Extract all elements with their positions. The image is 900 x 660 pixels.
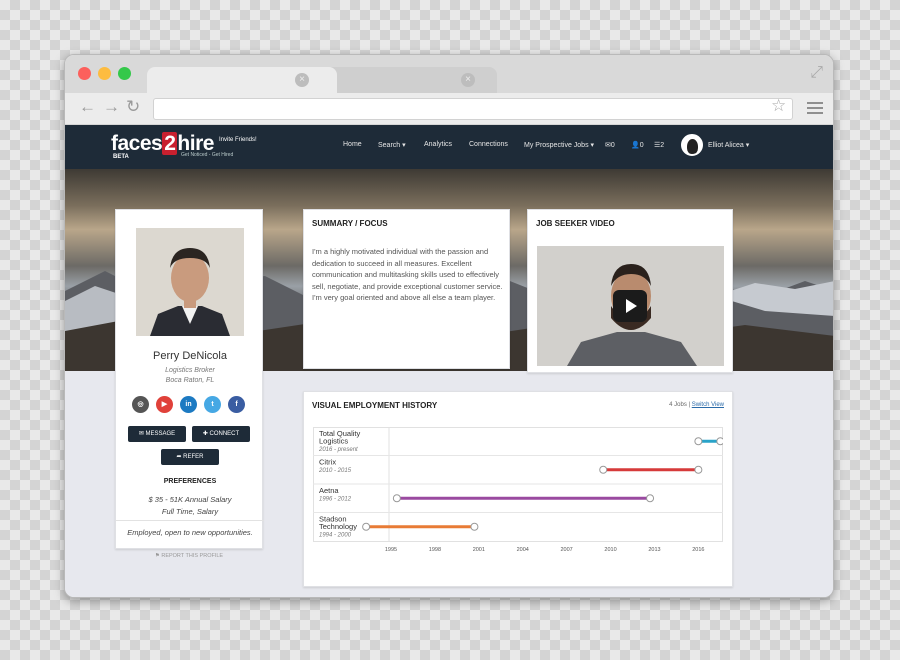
user-avatar[interactable] — [681, 134, 703, 156]
x-tick-label: 2016 — [692, 547, 704, 553]
notes-indicator[interactable]: ☰2 — [654, 141, 664, 149]
minimize-window-button[interactable] — [98, 67, 111, 80]
nav-connections[interactable]: Connections — [469, 141, 508, 148]
messages-indicator[interactable]: ✉0 — [605, 141, 615, 149]
summary-text: I'm a highly motivated individual with t… — [312, 247, 503, 302]
video-heading: JOB SEEKER VIDEO — [536, 219, 615, 228]
browser-menu-icon[interactable] — [807, 102, 823, 117]
address-bar[interactable] — [153, 98, 793, 120]
x-tick-label: 1995 — [385, 547, 397, 553]
tab-close-icon[interactable]: × — [295, 73, 309, 87]
message-button[interactable]: ✉ MESSAGE — [128, 426, 186, 442]
salary-preference: $ 35 - 51K Annual Salary — [148, 495, 232, 504]
close-window-button[interactable] — [78, 67, 91, 80]
job-period-label: 2010 - 2015 — [318, 468, 352, 474]
fullscreen-icon[interactable]: ⤢ — [810, 64, 823, 82]
profile-photo — [136, 228, 244, 336]
job-start-marker — [694, 437, 703, 446]
profile-title: Logistics Broker — [165, 367, 215, 374]
video-card: JOB SEEKER VIDEO — [527, 209, 733, 373]
summary-card: SUMMARY / FOCUS I'm a highly motivated i… — [303, 209, 510, 369]
instagram-icon[interactable]: ◎ — [132, 396, 149, 413]
x-tick-label: 2007 — [561, 547, 573, 553]
nav-prospective-jobs[interactable]: My Prospective Jobs ▾ — [524, 141, 594, 149]
employment-status: Employed, open to new opportunities. — [127, 528, 253, 537]
tagline: Get Noticed - Get Hired — [181, 152, 234, 158]
employment-type: Full Time, Salary — [161, 507, 219, 516]
job-period-label: 2016 - present — [318, 447, 358, 453]
back-button[interactable]: ← — [79, 97, 96, 117]
x-tick-label: 1998 — [429, 547, 441, 553]
forward-button[interactable]: → — [103, 97, 120, 117]
job-end-marker — [470, 522, 479, 531]
jobs-count: 4 Jobs | Switch View — [669, 402, 724, 408]
job-start-marker — [599, 465, 608, 474]
invite-friends-link[interactable]: Invite Friends! — [219, 137, 257, 143]
job-company-label: Logistics — [319, 437, 348, 446]
x-tick-label: 2010 — [604, 547, 616, 553]
job-company-label: Technology — [319, 522, 357, 531]
beta-label: BETA — [113, 154, 129, 160]
nav-search[interactable]: Search ▾ — [378, 141, 406, 149]
twitter-icon[interactable]: t — [204, 396, 221, 413]
profile-location: Boca Raton, FL — [165, 377, 215, 384]
title-bar: × × ⤢ — [65, 55, 833, 93]
tab-inactive[interactable]: × — [317, 67, 497, 93]
facebook-icon[interactable]: f — [228, 396, 245, 413]
job-end-marker — [694, 465, 703, 474]
nav-home[interactable]: Home — [343, 141, 362, 148]
youtube-icon[interactable]: ▶ — [156, 396, 173, 413]
summary-heading: SUMMARY / FOCUS — [312, 219, 388, 228]
tab-close-icon[interactable]: × — [461, 73, 475, 87]
x-tick-label: 2004 — [517, 547, 529, 553]
job-period-label: 1994 - 2000 — [319, 533, 352, 539]
connect-button[interactable]: ✚ CONNECT — [192, 426, 250, 442]
job-period-label: 1996 - 2012 — [319, 497, 352, 503]
job-seeker-video[interactable] — [537, 246, 724, 366]
divider — [116, 520, 264, 521]
job-company-label: Aetna — [319, 486, 339, 495]
tab-active[interactable]: × — [147, 67, 337, 93]
employment-history-card: VISUAL EMPLOYMENT HISTORY 4 Jobs | Switc… — [303, 391, 733, 587]
x-tick-label: 2013 — [648, 547, 660, 553]
site-header: faces2hire BETA Invite Friends! Get Noti… — [65, 125, 833, 169]
play-icon[interactable] — [613, 290, 647, 322]
job-company-label: Citrix — [319, 458, 336, 467]
employment-timeline-chart: Total QualityLogistics2016 - presentCitr… — [313, 427, 723, 553]
browser-window: × × ⤢ ← → ↻ ☆ faces2hire BETA Invite Fri… — [64, 54, 834, 598]
job-start-marker — [392, 494, 401, 503]
people-indicator[interactable]: 👤0 — [631, 141, 644, 149]
bookmark-star-icon[interactable]: ☆ — [771, 96, 786, 116]
person-icon: 👤 — [631, 142, 640, 149]
linkedin-icon[interactable]: in — [180, 396, 197, 413]
history-heading: VISUAL EMPLOYMENT HISTORY — [312, 401, 438, 410]
website: faces2hire BETA Invite Friends! Get Noti… — [65, 125, 833, 597]
maximize-window-button[interactable] — [118, 67, 131, 80]
job-start-marker — [362, 522, 371, 531]
profile-card: Perry DeNicola Logistics Broker Boca Rat… — [115, 209, 264, 549]
browser-toolbar: ← → ↻ ☆ — [65, 93, 833, 125]
preferences-heading: PREFERENCES — [163, 478, 217, 485]
reload-button[interactable]: ↻ — [126, 97, 140, 117]
job-end-marker — [716, 437, 723, 446]
profile-name: Perry DeNicola — [153, 350, 227, 362]
report-profile-link[interactable]: ⚑ REPORT THIS PROFILE — [115, 553, 263, 559]
x-tick-label: 2001 — [473, 547, 485, 553]
nav-analytics[interactable]: Analytics — [424, 141, 452, 148]
job-end-marker — [646, 494, 655, 503]
refer-button[interactable]: ➦ REFER — [161, 449, 219, 465]
user-menu[interactable]: Elliot Alicea ▾ — [708, 141, 749, 149]
switch-view-link[interactable]: Switch View — [692, 402, 724, 408]
